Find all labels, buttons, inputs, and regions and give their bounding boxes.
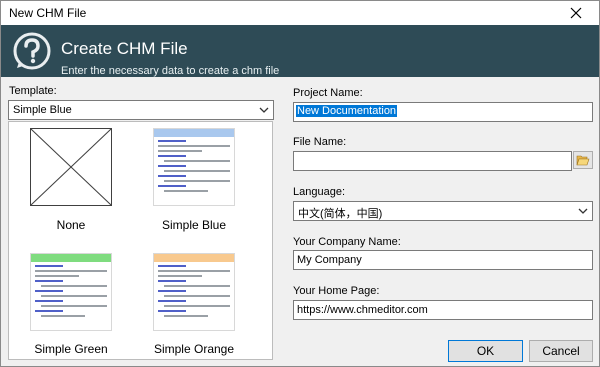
template-label-simple-blue: Simple Blue	[161, 218, 227, 232]
company-name-input[interactable]: My Company	[293, 250, 593, 270]
template-label-simple-green: Simple Green	[34, 342, 108, 356]
company-name-label: Your Company Name:	[293, 236, 401, 248]
project-name-value: New Documentation	[296, 105, 398, 117]
header-title: Create CHM File	[61, 39, 188, 58]
chevron-down-icon	[578, 208, 588, 214]
new-chm-file-dialog: New CHM File Create CHM File Enter the n…	[0, 0, 600, 367]
company-name-value: My Company	[297, 254, 362, 266]
dialog-header: Create CHM File Enter the necessary data…	[1, 25, 599, 77]
template-select-value: Simple Blue	[13, 104, 72, 116]
chm-logo-icon	[13, 32, 51, 70]
template-label-simple-orange: Simple Orange	[153, 342, 235, 356]
browse-file-button[interactable]	[573, 151, 593, 169]
title-bar: New CHM File	[1, 1, 599, 25]
home-page-input[interactable]: https://www.chmeditor.com	[293, 300, 593, 320]
language-label: Language:	[293, 186, 345, 198]
template-select[interactable]: Simple Blue	[8, 100, 274, 120]
template-label-none: None	[56, 218, 86, 232]
template-thumb-simple-green[interactable]	[30, 253, 112, 331]
empty-thumbnail-icon	[30, 128, 112, 206]
file-name-label: File Name:	[293, 136, 347, 148]
home-page-value: https://www.chmeditor.com	[297, 304, 428, 316]
cancel-button[interactable]: Cancel	[529, 340, 593, 362]
close-icon	[570, 7, 582, 19]
template-thumb-simple-orange[interactable]	[153, 253, 235, 331]
chevron-down-icon	[259, 107, 269, 113]
home-page-label: Your Home Page:	[293, 285, 380, 297]
template-gallery[interactable]: None Simple Blue Simple Green Simple Ora…	[8, 121, 273, 360]
project-name-input[interactable]: New Documentation	[293, 102, 593, 122]
close-button[interactable]	[553, 1, 599, 25]
window-title: New CHM File	[9, 6, 87, 20]
template-thumb-simple-blue[interactable]	[153, 128, 235, 206]
ok-button[interactable]: OK	[448, 340, 523, 362]
thumb-header-bar	[31, 254, 111, 262]
thumb-header-bar	[154, 129, 234, 137]
template-label: Template:	[9, 85, 57, 97]
language-select[interactable]: 中文(简体，中国)	[293, 201, 593, 221]
file-name-input[interactable]	[293, 151, 572, 171]
header-subtitle: Enter the necessary data to create a chm…	[61, 65, 280, 77]
folder-open-icon	[576, 155, 590, 166]
project-name-label: Project Name:	[293, 87, 363, 99]
template-thumb-none[interactable]	[30, 128, 112, 206]
language-select-value: 中文(简体，中国)	[298, 208, 383, 220]
thumb-header-bar	[154, 254, 234, 262]
